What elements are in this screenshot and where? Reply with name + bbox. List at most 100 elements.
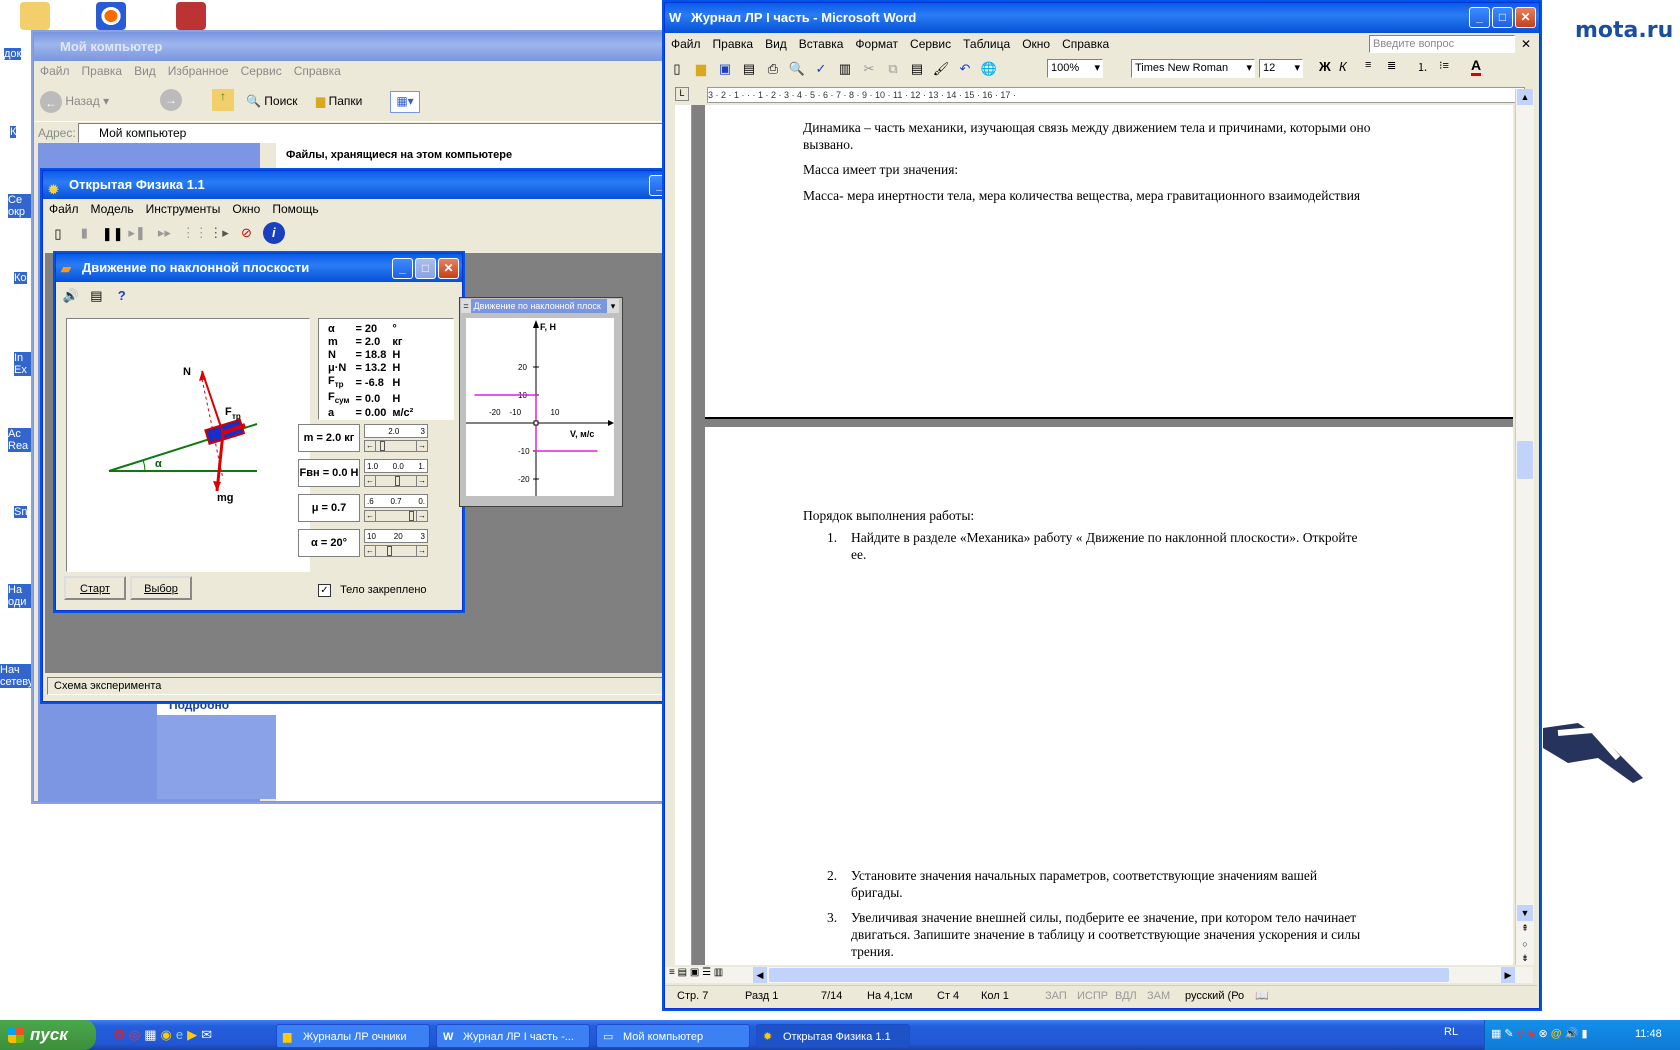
tray-icons[interactable]: ▦✎V◈⊗@🔊▮: [1491, 1027, 1591, 1040]
slider-left-arrow-icon[interactable]: ←: [365, 476, 376, 486]
up-folder-icon[interactable]: ↑: [212, 89, 234, 111]
info-icon[interactable]: i: [262, 222, 285, 244]
fast-forward-icon[interactable]: ▸▸: [153, 222, 175, 244]
word-titlebar[interactable]: W Журнал ЛР I часть - Microsoft Word _ □…: [665, 3, 1539, 33]
slider-track[interactable]: ← →: [364, 475, 428, 487]
menu-view[interactable]: Вид: [759, 33, 793, 55]
horizontal-ruler[interactable]: 3 · 2 · 1 · · · 1 · 2 · 3 · 4 · 5 · 6 · …: [665, 83, 1539, 105]
menu-file[interactable]: Файл: [43, 199, 85, 219]
zoom-select[interactable]: 100% ▾: [1047, 59, 1103, 78]
open-icon[interactable]: ▆: [690, 58, 712, 80]
slider-left-arrow-icon[interactable]: ←: [365, 546, 376, 556]
document-icon[interactable]: ▤: [86, 285, 107, 305]
parameter-slider[interactable]: 2.0 3 ← →: [364, 424, 430, 454]
exit-door-icon[interactable]: ▯: [48, 223, 68, 243]
menu-file[interactable]: Файл: [665, 33, 707, 55]
menu-insert[interactable]: Вставка: [793, 33, 850, 55]
frames-alt-icon[interactable]: ⋮▸: [208, 222, 230, 244]
cut-icon[interactable]: ✂: [858, 58, 880, 80]
slider-thumb[interactable]: [394, 476, 400, 486]
slider-left-arrow-icon[interactable]: ←: [365, 441, 376, 451]
start-button[interactable]: Старт: [64, 576, 126, 600]
menu-help[interactable]: Справка: [1056, 33, 1115, 55]
incline-titlebar[interactable]: ▰ Движение по наклонной плоскости _ □ ✕: [56, 254, 462, 282]
menu-tools[interactable]: Сервис: [235, 61, 288, 81]
language-indicator[interactable]: RL: [1444, 1026, 1458, 1038]
slider-track[interactable]: ← →: [364, 545, 428, 557]
taskbar-btn-journals[interactable]: ▆ Журналы ЛР очники: [276, 1024, 430, 1048]
search-button[interactable]: 🔍 Поиск: [246, 89, 298, 113]
opera-icon[interactable]: ◎: [129, 1027, 144, 1042]
slider-thumb[interactable]: [409, 511, 415, 521]
sound-off-icon[interactable]: ⊘: [235, 222, 257, 244]
graph-titlebar[interactable]: = Движение по наклонной плоск ▾: [461, 299, 619, 313]
views-button[interactable]: ▦▾: [390, 91, 420, 113]
scroll-down-button[interactable]: ▼: [1517, 905, 1533, 921]
menu-table[interactable]: Таблица: [957, 33, 1016, 55]
slider-right-arrow-icon[interactable]: →: [416, 511, 427, 521]
media-icon[interactable]: ◉: [161, 1027, 176, 1042]
print-icon[interactable]: ⎙: [762, 58, 784, 80]
desktop-icon[interactable]: ▦: [144, 1027, 160, 1042]
desktop-label-0[interactable]: док: [4, 48, 22, 60]
align-left-icon[interactable]: ≡: [1365, 59, 1371, 71]
outlook-icon[interactable]: ✉: [201, 1027, 216, 1042]
parameter-slider[interactable]: 10 20 3 ← →: [364, 529, 430, 559]
desktop-label-4[interactable]: In Ex: [14, 352, 34, 376]
permission-icon[interactable]: ▤: [738, 58, 760, 80]
desktop-label-1[interactable]: К: [10, 126, 17, 138]
menu-file[interactable]: Файл: [34, 61, 76, 81]
frames-icon[interactable]: ⋮⋮: [181, 222, 208, 244]
target-icon[interactable]: [96, 2, 126, 30]
taskbar-btn-my-computer[interactable]: ▭ Мой компьютер: [596, 1024, 750, 1048]
scroll-left-button[interactable]: ◀: [753, 967, 767, 983]
font-color-icon[interactable]: A: [1471, 57, 1482, 76]
step-forward-icon[interactable]: ▸❚: [126, 222, 148, 244]
my-computer-titlebar[interactable]: Мой компьютер: [34, 33, 664, 61]
horizontal-scrollbar[interactable]: ≡ ▤ ▣ ☰ ▥ ◀ ▶: [665, 967, 1533, 983]
maximize-button[interactable]: □: [1492, 7, 1513, 28]
help-query-icon[interactable]: ?: [111, 285, 132, 305]
slider-thumb[interactable]: [379, 441, 385, 451]
tab-stop-icon[interactable]: L: [675, 87, 689, 101]
slider-right-arrow-icon[interactable]: →: [416, 441, 427, 451]
minimize-button[interactable]: _: [392, 258, 413, 279]
speaker-icon[interactable]: 🔊: [61, 285, 81, 305]
slider-track[interactable]: ← →: [364, 510, 428, 522]
slider-right-arrow-icon[interactable]: →: [416, 476, 427, 486]
choose-button[interactable]: Выбор: [130, 576, 192, 600]
step-back-icon[interactable]: ▮: [73, 222, 95, 244]
menu-edit[interactable]: Правка: [707, 33, 760, 55]
graph-dropdown-icon[interactable]: ▾: [607, 299, 619, 313]
checkbox-box[interactable]: ✓: [318, 584, 331, 597]
vertical-scrollbar[interactable]: ▲ ▼ ⇞ ○ ⇟: [1515, 89, 1534, 965]
folders-button[interactable]: ▆ Папки: [316, 89, 362, 113]
taskbar-btn-word[interactable]: W Журнал ЛР I часть -...: [436, 1024, 590, 1048]
menu-format[interactable]: Формат: [849, 33, 904, 55]
undo-icon[interactable]: ↶: [954, 58, 976, 80]
taskbar-btn-physics[interactable]: ✹ Открытая Физика 1.1: [756, 1024, 910, 1048]
bold-button[interactable]: Ж: [1319, 59, 1331, 74]
app-shortcut-icon[interactable]: [176, 2, 206, 30]
close-button[interactable]: ✕: [1515, 7, 1536, 28]
slider-thumb[interactable]: [387, 546, 393, 556]
format-painter-icon[interactable]: 🖌: [930, 58, 952, 80]
desktop-label-2[interactable]: Се окр: [8, 194, 34, 218]
menu-view[interactable]: Вид: [128, 61, 162, 81]
menu-edit[interactable]: Правка: [76, 61, 129, 81]
parameter-slider[interactable]: .6 0.7 0. ← →: [364, 494, 430, 524]
menu-favorites[interactable]: Избранное: [162, 61, 235, 81]
research-icon[interactable]: ▥: [834, 58, 856, 80]
bulleted-list-icon[interactable]: ⁝≡: [1439, 59, 1449, 72]
copy-icon[interactable]: ⧉: [882, 58, 904, 80]
quick-launch-icon-1[interactable]: ✪: [114, 1027, 129, 1042]
paste-icon[interactable]: ▤: [906, 58, 928, 80]
folder-icon[interactable]: [20, 2, 50, 30]
address-input[interactable]: Мой компьютер: [78, 123, 668, 143]
next-page-icon[interactable]: ⇟: [1517, 953, 1533, 965]
menu-help[interactable]: Помощь: [266, 199, 324, 219]
menu-tools[interactable]: Инструменты: [140, 199, 227, 219]
desktop-label-3[interactable]: Ко: [14, 272, 27, 284]
select-browse-object-icon[interactable]: ○: [1517, 939, 1533, 953]
prev-page-icon[interactable]: ⇞: [1517, 923, 1533, 937]
